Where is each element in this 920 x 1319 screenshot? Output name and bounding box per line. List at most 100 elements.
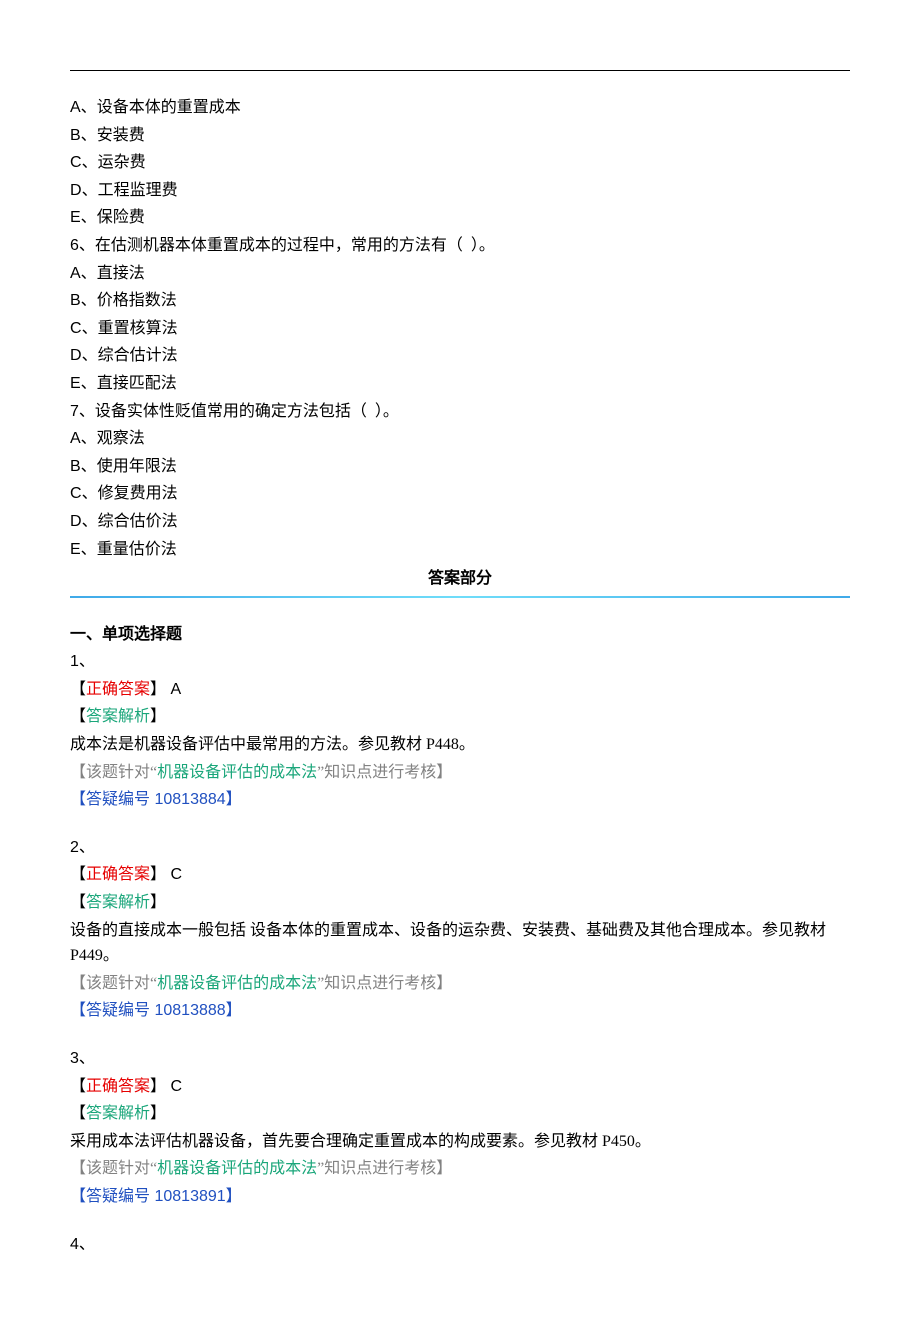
option-row: B、使用年限法 <box>70 454 850 480</box>
bracket: 【 <box>70 1002 86 1019</box>
option-letter: D <box>70 347 82 364</box>
option-letter: A <box>70 265 81 282</box>
faq-line[interactable]: 【答疑编号 10813888】 <box>70 998 850 1024</box>
correct-answer-value: C <box>166 866 182 883</box>
option-row: E、直接匹配法 <box>70 371 850 397</box>
analysis-label: 答案解析 <box>86 894 150 911</box>
option-letter: B <box>70 458 81 475</box>
bracket: 】 <box>150 1078 166 1095</box>
topic-prefix: 该题针对“ <box>86 1160 157 1177</box>
answer-number: 1、 <box>70 649 850 675</box>
answer-block-2: 2、 【正确答案】 C 【答案解析】 设备的直接成本一般包括 设备本体的重置成本… <box>70 835 850 1024</box>
topic-suffix: ”知识点进行考核 <box>317 764 436 781</box>
page: A、设备本体的重置成本 B、安装费 C、运杂费 D、工程监理费 E、保险费 6、… <box>70 0 850 1319</box>
option-row: D、综合估计法 <box>70 343 850 369</box>
option-text: 重置核算法 <box>98 320 178 337</box>
bracket: 【 <box>70 1078 86 1095</box>
option-row: C、修复费用法 <box>70 481 850 507</box>
option-row: C、运杂费 <box>70 150 850 176</box>
option-letter: D <box>70 182 82 199</box>
option-row: A、观察法 <box>70 426 850 452</box>
topic-line: 【该题针对“机器设备评估的成本法”知识点进行考核】 <box>70 1156 850 1182</box>
faq-label: 答疑编号 <box>86 1188 150 1205</box>
topic-suffix: ”知识点进行考核 <box>317 1160 436 1177</box>
topic-name: 机器设备评估的成本法 <box>157 1160 317 1177</box>
faq-line[interactable]: 【答疑编号 10813891】 <box>70 1184 850 1210</box>
correct-answer-value: A <box>166 681 181 698</box>
analysis-text: 设备的直接成本一般包括 设备本体的重置成本、设备的运杂费、安装费、基础费及其他合… <box>70 918 850 969</box>
faq-number: 10813891 <box>150 1188 226 1205</box>
option-text: 综合估计法 <box>98 347 178 364</box>
top-rule <box>70 70 850 71</box>
bracket: 【 <box>70 975 86 992</box>
topic-line: 【该题针对“机器设备评估的成本法”知识点进行考核】 <box>70 971 850 997</box>
bracket: 【 <box>70 764 86 781</box>
option-text: 安装费 <box>97 127 145 144</box>
topic-prefix: 该题针对“ <box>86 764 157 781</box>
answer-number: 2、 <box>70 835 850 861</box>
answer-number: 3、 <box>70 1046 850 1072</box>
bracket: 【 <box>70 894 86 911</box>
option-row: B、安装费 <box>70 123 850 149</box>
bracket: 】 <box>436 975 452 992</box>
option-row: A、设备本体的重置成本 <box>70 95 850 121</box>
bracket: 】 <box>436 764 452 781</box>
option-row: C、重置核算法 <box>70 316 850 342</box>
faq-label: 答疑编号 <box>86 791 150 808</box>
option-text: 设备本体的重置成本 <box>97 99 241 116</box>
analysis-text: 采用成本法评估机器设备，首先要合理确定重置成本的构成要素。参见教材 P450。 <box>70 1129 850 1155</box>
question-7-stem: 7、设备实体性贬值常用的确定方法包括（ ）。 <box>70 399 850 425</box>
answer-block-1: 1、 【正确答案】 A 【答案解析】 成本法是机器设备评估中最常用的方法。参见教… <box>70 649 850 813</box>
answer-section-header: 答案部分 <box>70 566 850 592</box>
option-letter: E <box>70 541 81 558</box>
option-text: 修复费用法 <box>98 485 178 502</box>
section-1-heading: 一、单项选择题 <box>70 622 850 648</box>
analysis-label: 答案解析 <box>86 708 150 725</box>
correct-answer-line: 【正确答案】 C <box>70 862 850 888</box>
question-text: 在估测机器本体重置成本的过程中，常用的方法有（ ）。 <box>95 237 495 254</box>
bracket: 【 <box>70 708 86 725</box>
option-text: 重量估价法 <box>97 541 177 558</box>
option-row: D、综合估价法 <box>70 509 850 535</box>
analysis-label: 答案解析 <box>86 1105 150 1122</box>
faq-number: 10813888 <box>150 1002 226 1019</box>
option-row: A、直接法 <box>70 261 850 287</box>
analysis-label-line: 【答案解析】 <box>70 1101 850 1127</box>
topic-name: 机器设备评估的成本法 <box>157 764 317 781</box>
bracket: 】 <box>226 791 242 808</box>
topic-suffix: ”知识点进行考核 <box>317 975 436 992</box>
correct-answer-label: 正确答案 <box>86 681 150 698</box>
bracket: 】 <box>226 1002 242 1019</box>
bracket: 】 <box>150 681 166 698</box>
bracket: 】 <box>150 894 166 911</box>
answer-number-4: 4、 <box>70 1232 850 1258</box>
option-text: 保险费 <box>97 209 145 226</box>
question-7-options: A、观察法 B、使用年限法 C、修复费用法 D、综合估价法 E、重量估价法 <box>70 426 850 562</box>
bracket: 【 <box>70 1105 86 1122</box>
option-text: 运杂费 <box>98 154 146 171</box>
option-row: B、价格指数法 <box>70 288 850 314</box>
faq-label: 答疑编号 <box>86 1002 150 1019</box>
question-5-options: A、设备本体的重置成本 B、安装费 C、运杂费 D、工程监理费 E、保险费 <box>70 95 850 231</box>
option-text: 观察法 <box>97 430 145 447</box>
bracket: 】 <box>436 1160 452 1177</box>
question-number: 7 <box>70 403 79 420</box>
analysis-label-line: 【答案解析】 <box>70 890 850 916</box>
option-text: 直接法 <box>97 265 145 282</box>
option-row: E、保险费 <box>70 205 850 231</box>
option-letter: C <box>70 320 82 337</box>
option-text: 直接匹配法 <box>97 375 177 392</box>
option-letter: B <box>70 127 81 144</box>
option-row: D、工程监理费 <box>70 178 850 204</box>
bracket: 】 <box>226 1188 242 1205</box>
option-row: E、重量估价法 <box>70 537 850 563</box>
topic-prefix: 该题针对“ <box>86 975 157 992</box>
option-letter: E <box>70 209 81 226</box>
faq-line[interactable]: 【答疑编号 10813884】 <box>70 787 850 813</box>
topic-name: 机器设备评估的成本法 <box>157 975 317 992</box>
correct-answer-label: 正确答案 <box>86 866 150 883</box>
option-letter: E <box>70 375 81 392</box>
analysis-label-line: 【答案解析】 <box>70 704 850 730</box>
bracket: 【 <box>70 1188 86 1205</box>
answer-block-3: 3、 【正确答案】 C 【答案解析】 采用成本法评估机器设备，首先要合理确定重置… <box>70 1046 850 1210</box>
